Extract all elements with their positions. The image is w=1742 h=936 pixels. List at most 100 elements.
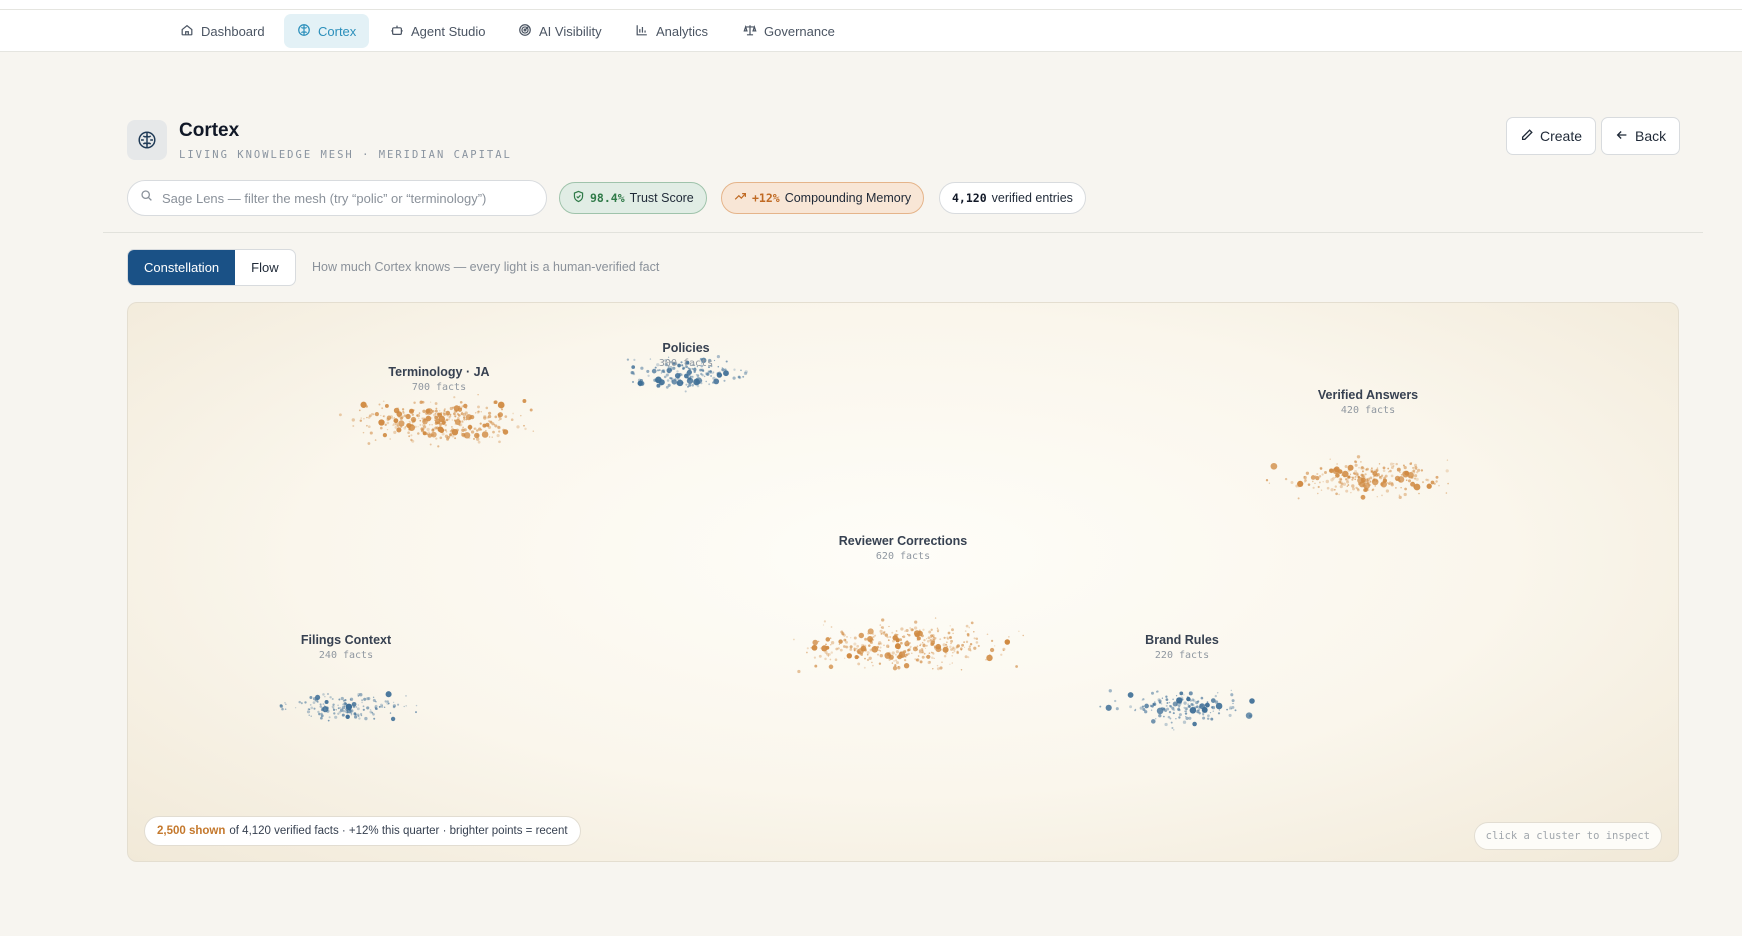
cluster-points[interactable] xyxy=(279,691,418,722)
fact-point xyxy=(350,709,354,713)
toggle-constellation[interactable]: Constellation xyxy=(128,250,236,285)
fact-point xyxy=(1410,462,1413,464)
cluster-label-policies[interactable]: Policies 300 facts xyxy=(659,341,713,369)
fact-point xyxy=(460,432,463,434)
fact-point xyxy=(881,618,885,622)
cluster-label-terminology-ja[interactable]: Terminology · JA 700 facts xyxy=(388,365,489,393)
fact-point xyxy=(874,634,877,637)
fact-point xyxy=(1396,467,1401,472)
fact-point xyxy=(399,416,403,420)
trust-score-badge: 98.4% Trust Score xyxy=(559,182,707,214)
toggle-flow[interactable]: Flow xyxy=(235,250,294,285)
fact-point xyxy=(946,641,948,644)
cluster-points[interactable] xyxy=(338,394,535,448)
fact-point xyxy=(367,442,371,445)
nav-item-ai-visibility[interactable]: AI Visibility xyxy=(505,14,615,48)
back-label: Back xyxy=(1635,128,1667,144)
fact-point xyxy=(369,431,373,435)
fact-point xyxy=(422,419,426,423)
fact-point xyxy=(891,631,894,634)
back-button[interactable]: Back xyxy=(1601,117,1681,155)
fact-point xyxy=(1398,494,1401,497)
fact-point xyxy=(448,416,451,419)
fact-point xyxy=(1186,695,1189,698)
fact-point xyxy=(945,643,948,646)
search-input[interactable] xyxy=(162,190,532,206)
fact-point xyxy=(668,372,670,374)
fact-point xyxy=(451,434,455,438)
fact-point xyxy=(1351,476,1353,478)
fact-point xyxy=(721,368,725,372)
fact-point xyxy=(1188,716,1192,720)
fact-point xyxy=(930,651,933,654)
cluster-label-verified-answers[interactable]: Verified Answers 420 facts xyxy=(1318,388,1418,416)
cluster-points[interactable] xyxy=(1099,689,1255,731)
cluster-label-reviewer-corrections[interactable]: Reviewer Corrections 620 facts xyxy=(839,534,968,562)
fact-point xyxy=(1307,483,1311,486)
fact-point xyxy=(814,664,818,668)
fact-point xyxy=(1344,464,1348,469)
fact-point xyxy=(828,664,834,670)
fact-point xyxy=(868,644,871,647)
cluster-points[interactable] xyxy=(1265,455,1449,500)
fact-point xyxy=(1360,461,1362,463)
fact-point xyxy=(1354,463,1358,467)
fact-point xyxy=(1265,479,1269,482)
fact-point xyxy=(1018,630,1020,632)
nav-item-dashboard[interactable]: Dashboard xyxy=(167,14,278,48)
fact-point xyxy=(914,658,917,661)
cluster-label-filings-context[interactable]: Filings Context 240 facts xyxy=(301,633,391,661)
fact-point xyxy=(1108,689,1112,693)
fact-point xyxy=(1188,705,1191,708)
cluster-points[interactable] xyxy=(793,617,1024,674)
fact-point xyxy=(943,654,947,658)
fact-point xyxy=(945,649,948,652)
fact-point xyxy=(1404,470,1410,476)
fact-point xyxy=(381,407,384,410)
nav-item-cortex[interactable]: Cortex xyxy=(284,14,370,48)
fact-point xyxy=(378,403,381,406)
fact-point xyxy=(444,429,447,432)
fact-point xyxy=(422,409,426,413)
fact-point xyxy=(1367,488,1370,492)
fact-point xyxy=(891,651,895,655)
fact-point xyxy=(1407,479,1412,483)
fact-point xyxy=(435,437,438,440)
fact-point xyxy=(1141,699,1144,701)
fact-point xyxy=(1363,480,1366,483)
fact-point xyxy=(393,418,399,424)
create-button[interactable]: Create xyxy=(1506,117,1597,155)
fact-point xyxy=(1399,471,1401,473)
fact-point xyxy=(819,647,822,649)
nav-item-governance[interactable]: Governance xyxy=(730,14,848,48)
fact-point xyxy=(389,438,392,440)
fact-point xyxy=(1156,690,1159,693)
nav-item-analytics[interactable]: Analytics xyxy=(622,14,721,48)
fact-point xyxy=(1173,729,1175,731)
nav-item-agent-studio[interactable]: Agent Studio xyxy=(377,14,498,48)
fact-point xyxy=(969,649,972,652)
fact-point xyxy=(304,701,307,704)
fact-point xyxy=(670,377,673,380)
fact-point xyxy=(1134,708,1137,711)
fact-point xyxy=(932,636,936,641)
fact-point xyxy=(888,651,891,655)
fact-point xyxy=(824,657,827,661)
fact-point xyxy=(916,636,921,641)
fact-point xyxy=(359,419,363,422)
cluster-label-brand-rules[interactable]: Brand Rules 220 facts xyxy=(1145,633,1219,661)
fact-point xyxy=(327,719,330,722)
sage-lens-search[interactable] xyxy=(127,180,547,216)
fact-point xyxy=(332,709,335,711)
fact-point xyxy=(1354,478,1357,481)
constellation-canvas[interactable]: Terminology · JA 700 facts Policies 300 … xyxy=(127,302,1679,862)
fact-point xyxy=(477,405,480,409)
fact-point xyxy=(363,417,365,420)
fact-point xyxy=(858,632,865,639)
fact-point xyxy=(357,704,359,706)
fact-point xyxy=(963,646,966,648)
fact-point xyxy=(338,413,342,417)
fact-point xyxy=(434,409,438,413)
fact-point xyxy=(703,375,706,378)
fact-point xyxy=(975,637,979,641)
